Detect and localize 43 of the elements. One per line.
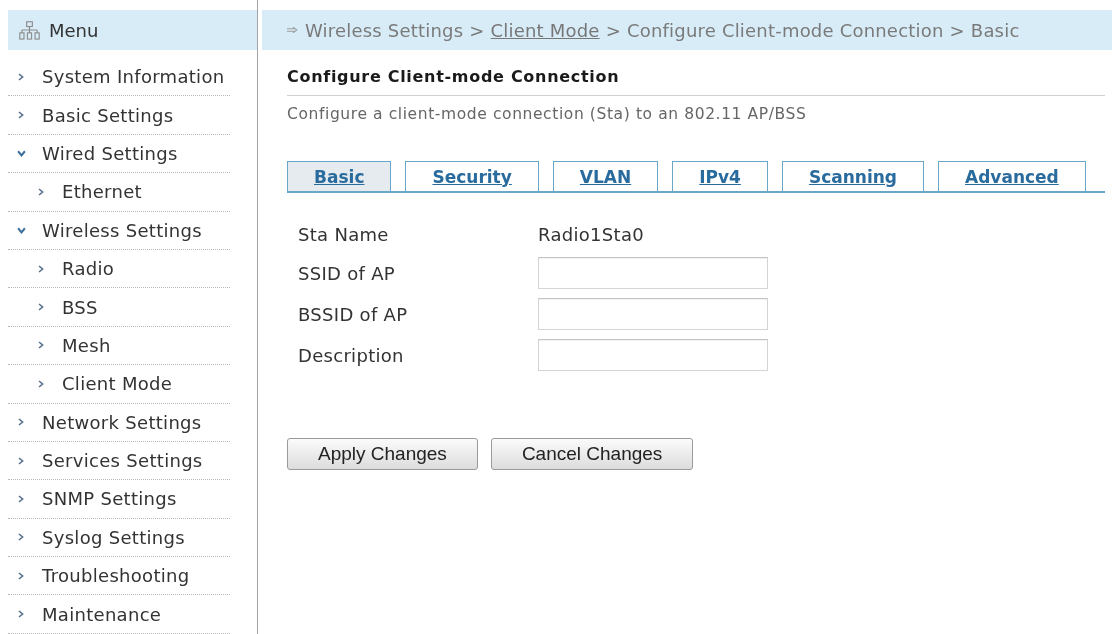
tab[interactable]: IPv4 bbox=[672, 161, 768, 191]
page-description: Configure a client-mode connection (Sta) to an 802.11 AP/BSS bbox=[287, 105, 808, 123]
menu-item[interactable]: Wireless Settings bbox=[8, 211, 230, 250]
breadcrumb-text: Configure Client-mode Connection bbox=[626, 19, 944, 41]
menu-item[interactable]: Services Settings bbox=[8, 441, 230, 481]
breadcrumb-link[interactable]: Client Mode bbox=[490, 19, 600, 41]
menu-title: Menu bbox=[49, 19, 99, 41]
breadcrumb-separator: > bbox=[469, 19, 485, 41]
breadcrumb-separator: > bbox=[949, 19, 965, 41]
menu-item[interactable]: Mesh bbox=[8, 326, 230, 366]
menu-item[interactable]: SNMP Settings bbox=[8, 480, 230, 519]
menu-item[interactable]: Network Settings bbox=[8, 403, 230, 442]
menu-item[interactable]: Client Mode bbox=[8, 365, 230, 404]
menu-item[interactable]: Basic Settings bbox=[8, 96, 230, 135]
menu-item[interactable]: Wired Settings bbox=[8, 134, 230, 174]
menu-item[interactable]: BSS bbox=[8, 288, 230, 327]
page-title: Configure Client-mode Connection bbox=[287, 67, 1105, 96]
input-field[interactable] bbox=[538, 298, 768, 330]
field-value: Radio1Sta0 bbox=[538, 223, 645, 247]
field-label: SSID of AP bbox=[298, 262, 396, 284]
breadcrumb-text: Basic bbox=[970, 19, 1020, 41]
input-field[interactable] bbox=[538, 257, 768, 289]
tab[interactable]: VLAN bbox=[552, 161, 659, 191]
menu-item[interactable]: Maintenance bbox=[8, 595, 230, 634]
field-label: Description bbox=[298, 344, 405, 366]
tab[interactable]: Scanning bbox=[781, 161, 924, 191]
breadcrumb-text: Wireless Settings bbox=[305, 19, 464, 41]
field-label: BSSID of AP bbox=[298, 303, 409, 325]
menu-item[interactable]: System Information bbox=[8, 58, 230, 97]
tab[interactable]: Security bbox=[405, 161, 539, 191]
tab[interactable]: Advanced bbox=[938, 161, 1086, 191]
menu-item[interactable]: Syslog Settings bbox=[8, 518, 230, 558]
sitemap-icon bbox=[19, 20, 40, 40]
breadcrumb-separator: > bbox=[605, 19, 621, 41]
form-button[interactable]: Apply Changes bbox=[287, 438, 478, 470]
form-button[interactable]: Cancel Changes bbox=[490, 438, 694, 470]
input-field[interactable] bbox=[538, 339, 768, 371]
menu-item[interactable]: Troubleshooting bbox=[8, 557, 230, 596]
menu-item[interactable]: Radio bbox=[8, 249, 230, 289]
tab[interactable]: Basic bbox=[287, 161, 392, 191]
double-arrow-icon bbox=[287, 26, 298, 34]
menu-item[interactable]: Ethernet bbox=[8, 173, 230, 212]
field-label: Sta Name bbox=[298, 223, 390, 247]
